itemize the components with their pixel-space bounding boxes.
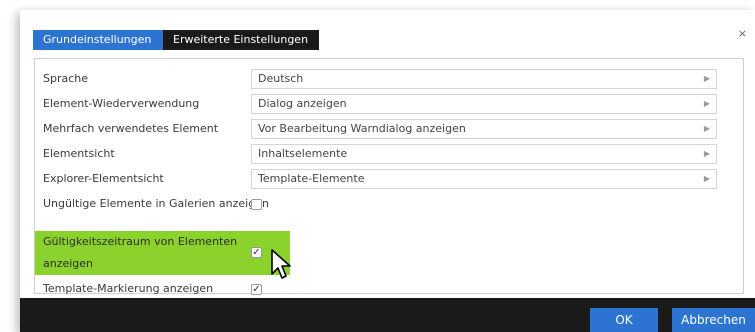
chevron-right-icon: ▶ xyxy=(703,124,710,133)
ok-button[interactable]: OK xyxy=(590,308,658,332)
element-wiederverwendung-select[interactable]: Dialog anzeigen ▶ xyxy=(251,94,717,114)
chevron-right-icon: ▶ xyxy=(703,99,710,108)
sprache-select[interactable]: Deutsch ▶ xyxy=(251,69,717,89)
close-icon[interactable]: × xyxy=(738,28,747,40)
dialog-footer: OK Abbrechen xyxy=(20,298,755,332)
mehrfach-verwendetes-element-select[interactable]: Vor Bearbeitung Warndialog anzeigen ▶ xyxy=(251,119,717,139)
setting-row-ungueltige-elemente: Ungültige Elemente in Galerien anzeigen xyxy=(35,192,743,216)
explorer-elementsicht-select[interactable]: Template-Elemente ▶ xyxy=(251,169,717,189)
chevron-right-icon: ▶ xyxy=(703,149,710,158)
tab-erweiterte-einstellungen[interactable]: Erweiterte Einstellungen xyxy=(163,30,319,50)
setting-label: Elementsicht xyxy=(43,147,115,160)
select-value: Dialog anzeigen xyxy=(258,97,347,110)
template-markierung-checkbox[interactable]: ✓ xyxy=(251,284,262,295)
mouse-pointer-icon xyxy=(271,249,291,279)
setting-label: Ungültige Elemente in Galerien anzeigen xyxy=(43,197,269,210)
select-value: Template-Elemente xyxy=(258,172,365,185)
setting-row-elementsicht: Elementsicht Inhaltselemente ▶ xyxy=(35,142,743,166)
settings-panel: Sprache Deutsch ▶ Element-Wiederverwendu… xyxy=(34,58,744,295)
setting-label: Gültigkeitszeitraum von Elementen anzeig… xyxy=(43,235,238,270)
chevron-right-icon: ▶ xyxy=(703,74,710,83)
select-value: Inhaltselemente xyxy=(258,147,348,160)
setting-row-element-wiederverwendung: Element-Wiederverwendung Dialog anzeigen… xyxy=(35,92,743,116)
tab-bar: Grundeinstellungen Erweiterte Einstellun… xyxy=(20,10,755,50)
setting-label: Mehrfach verwendetes Element xyxy=(43,122,219,135)
setting-row-explorer-elementsicht: Explorer-Elementsicht Template-Elemente … xyxy=(35,167,743,191)
select-value: Deutsch xyxy=(258,72,304,85)
setting-label: Explorer-Elementsicht xyxy=(43,172,164,185)
setting-label: Sprache xyxy=(43,72,89,85)
select-value: Vor Bearbeitung Warndialog anzeigen xyxy=(258,122,466,135)
setting-label: Element-Wiederverwendung xyxy=(43,97,200,110)
setting-row-mehrfach-verwendetes-element: Mehrfach verwendetes Element Vor Bearbei… xyxy=(35,117,743,141)
elementsicht-select[interactable]: Inhaltselemente ▶ xyxy=(251,144,717,164)
cancel-button[interactable]: Abbrechen xyxy=(672,308,755,332)
tab-grundeinstellungen[interactable]: Grundeinstellungen xyxy=(33,30,163,50)
gueltigkeitszeitraum-checkbox[interactable]: ✓ xyxy=(251,247,262,258)
chevron-right-icon: ▶ xyxy=(703,174,710,183)
setting-row-sprache: Sprache Deutsch ▶ xyxy=(35,67,743,91)
settings-dialog: Grundeinstellungen Erweiterte Einstellun… xyxy=(20,10,755,332)
ungueltige-elemente-checkbox[interactable] xyxy=(251,199,262,210)
